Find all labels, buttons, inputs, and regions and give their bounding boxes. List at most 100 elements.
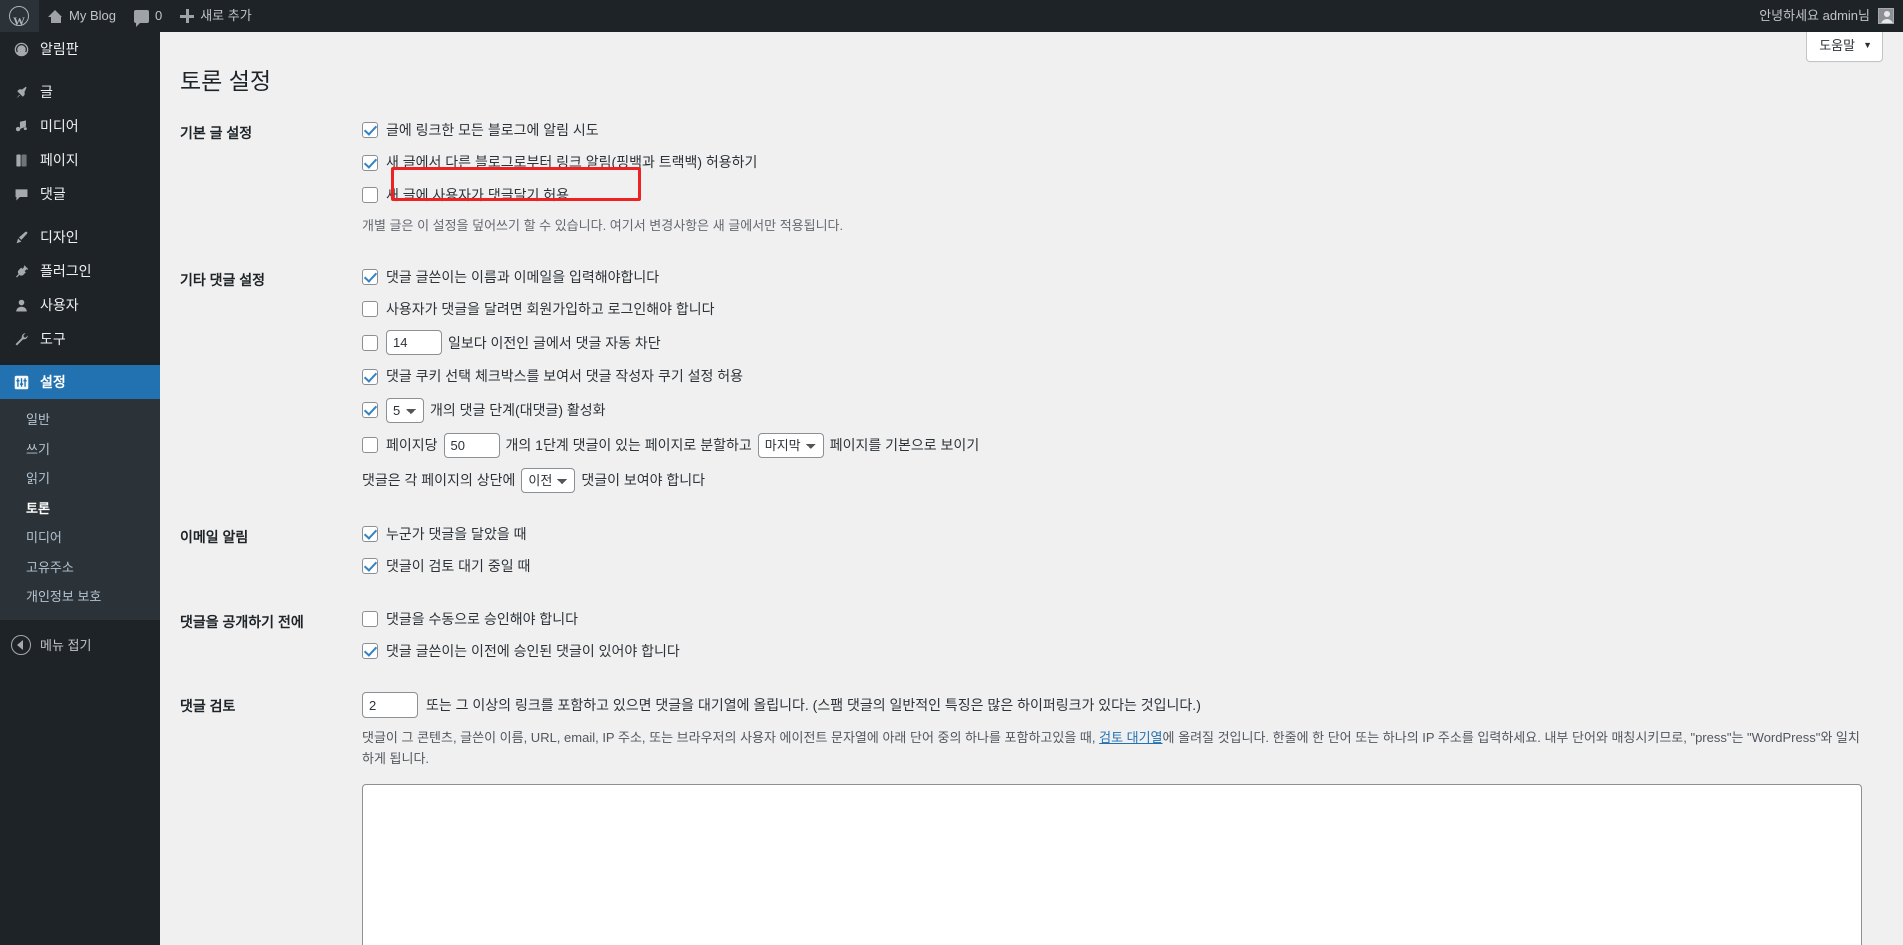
sidebar-item-pages[interactable]: 페이지 xyxy=(0,143,160,177)
site-name-menu[interactable]: My Blog xyxy=(39,0,125,32)
option-comment-registration[interactable]: 사용자가 댓글을 달려면 회원가입하고 로그인해야 합니다 xyxy=(362,298,1893,320)
moderation-keys-row xyxy=(362,784,1893,945)
main-content: 도움말 ▼ 토론 설정 기본 글 설정 글에 링크한 모든 블로그에 알림 시도 xyxy=(160,32,1903,945)
sidebar-item-plugins[interactable]: 플러그인 xyxy=(0,254,160,288)
settings-submenu: 일반 쓰기 읽기 토론 미디어 고유주소 개인정보 보호 xyxy=(0,399,160,620)
sidebar-item-label: 사용자 xyxy=(40,296,79,313)
submenu-item-privacy[interactable]: 개인정보 보호 xyxy=(0,582,160,612)
option-default-comment-status[interactable]: 새 글에 사용자가 댓글달기 허용 xyxy=(362,184,1893,206)
moderation-keys-textarea[interactable] xyxy=(362,784,1862,945)
settings-table: 기본 글 설정 글에 링크한 모든 블로그에 알림 시도 새 글에서 다른 블로… xyxy=(180,104,1903,945)
option-paged-comments-row: 페이지당 개의 1단계 댓글이 있는 페이지로 분할하고 마지막 페이지를 기본… xyxy=(362,432,1893,458)
collapse-arrow-icon xyxy=(11,634,31,655)
checkbox-comments-notify[interactable] xyxy=(362,526,378,543)
checkbox-page-comments[interactable] xyxy=(362,437,378,454)
settings-sliders-icon xyxy=(11,372,31,392)
section-heading-before-appears: 댓글을 공개하기 전에 xyxy=(180,613,304,630)
checkbox-comment-registration[interactable] xyxy=(362,301,378,318)
option-label: 누군가 댓글을 달았을 때 xyxy=(386,525,527,542)
email-me-fieldset: 누군가 댓글을 달았을 때 댓글이 검토 대기 중일 때 xyxy=(362,523,1893,578)
sidebar-item-label: 댓글 xyxy=(40,185,66,202)
comment-max-links-input[interactable] xyxy=(362,692,418,719)
checkbox-close-comments[interactable] xyxy=(362,334,378,351)
sidebar-item-label: 도구 xyxy=(40,330,66,347)
section-heading-other-comment: 기타 댓글 설정 xyxy=(180,271,266,288)
default-comments-page-select[interactable]: 마지막 xyxy=(757,432,824,458)
row-before-comment-appears: 댓글을 공개하기 전에 댓글을 수동으로 승인해야 합니다 댓글 글쓴이는 이전… xyxy=(180,593,1903,678)
appearance-brush-icon xyxy=(11,227,31,247)
option-close-comments-row: 일보다 이전인 글에서 댓글 자동 차단 xyxy=(362,330,1893,356)
moderation-queue-link[interactable]: 검토 대기열 xyxy=(1099,730,1162,745)
close-comments-text: 일보다 이전인 글에서 댓글 자동 차단 xyxy=(448,334,661,351)
sidebar-item-media[interactable]: 미디어 xyxy=(0,109,160,143)
close-comments-days-input[interactable] xyxy=(386,330,442,356)
row-email-me-settings: 이메일 알림 누군가 댓글을 달았을 때 댓글이 검토 대기 중일 때 xyxy=(180,508,1903,593)
paging-text-before: 페이지당 xyxy=(386,437,438,454)
checkbox-thread-comments[interactable] xyxy=(362,402,378,419)
help-tab-button[interactable]: 도움말 ▼ xyxy=(1806,32,1883,63)
avatar xyxy=(1878,8,1894,24)
submenu-item-reading[interactable]: 읽기 xyxy=(0,464,160,494)
sidebar-item-appearance[interactable]: 디자인 xyxy=(0,220,160,254)
collapse-menu-button[interactable]: 메뉴 접기 xyxy=(0,628,160,662)
help-tab-label: 도움말 xyxy=(1819,38,1856,53)
option-threaded-comments-row: 5 개의 댓글 단계(대댓글) 활성화 xyxy=(362,397,1893,423)
comments-per-page-input[interactable] xyxy=(443,432,500,458)
threaded-comments-text: 개의 댓글 단계(대댓글) 활성화 xyxy=(430,402,606,419)
checkbox-comment-moderation[interactable] xyxy=(362,610,378,627)
option-label: 댓글을 수동으로 승인해야 합니다 xyxy=(386,610,578,627)
comment-order-select[interactable]: 이전 xyxy=(521,467,576,493)
sidebar-separator xyxy=(0,66,160,75)
comments-bubble-menu[interactable]: 0 xyxy=(125,0,171,32)
checkbox-default-pingback-flag[interactable] xyxy=(362,122,378,139)
sidebar-item-tools[interactable]: 도구 xyxy=(0,322,160,356)
order-text-after: 댓글이 보여야 합니다 xyxy=(581,472,706,489)
sidebar-item-dashboard[interactable]: 알림판 xyxy=(0,32,160,66)
option-moderation-notify[interactable]: 댓글이 검토 대기 중일 때 xyxy=(362,555,1893,577)
default-post-description: 개별 글은 이 설정을 덮어쓰기 할 수 있습니다. 여기서 변경사항은 새 글… xyxy=(362,218,844,234)
row-comment-moderation: 댓글 검토 또는 그 이상의 링크를 포함하고 있으면 댓글을 대기열에 올립니… xyxy=(180,677,1903,945)
submenu-item-permalinks[interactable]: 고유주소 xyxy=(0,553,160,583)
option-label: 새 글에서 다른 블로그로부터 링크 알림(핑백과 트랙백) 허용하기 xyxy=(386,154,758,171)
moderation-links-row: 또는 그 이상의 링크를 포함하고 있으면 댓글을 대기열에 올립니다. (스팸… xyxy=(362,692,1893,719)
option-require-name-email[interactable]: 댓글 글쓴이는 이름과 이메일을 입력해야합니다 xyxy=(362,266,1893,288)
user-icon xyxy=(11,295,31,315)
pin-icon xyxy=(11,82,31,102)
checkbox-default-ping-status[interactable] xyxy=(362,154,378,171)
other-comment-fieldset: 댓글 글쓴이는 이름과 이메일을 입력해야합니다 사용자가 댓글을 달려면 회원… xyxy=(362,266,1893,493)
sidebar-item-settings[interactable]: 설정 xyxy=(0,365,168,399)
new-content-menu[interactable]: 새로 추가 xyxy=(171,0,260,32)
option-comments-notify[interactable]: 누군가 댓글을 달았을 때 xyxy=(362,523,1893,545)
sidebar-item-users[interactable]: 사용자 xyxy=(0,288,160,322)
section-heading-default-post: 기본 글 설정 xyxy=(180,125,253,141)
wordpress-logo-menu[interactable] xyxy=(0,0,39,37)
checkbox-default-comment-status[interactable] xyxy=(362,186,378,203)
option-default-ping-status[interactable]: 새 글에서 다른 블로그로부터 링크 알림(핑백과 트랙백) 허용하기 xyxy=(362,151,1893,173)
option-comment-order-row: 댓글은 각 페이지의 상단에 이전 댓글이 보여야 합니다 xyxy=(362,467,1893,493)
comment-count: 0 xyxy=(154,8,163,23)
submenu-item-discussion[interactable]: 토론 xyxy=(0,494,160,524)
default-post-fieldset: 글에 링크한 모든 블로그에 알림 시도 새 글에서 다른 블로그로부터 링크 … xyxy=(362,119,1893,236)
keys-text-before: 댓글이 그 콘텐츠, 글쓴이 이름, URL, email, IP 주소, 또는… xyxy=(362,730,1100,746)
checkbox-moderation-notify[interactable] xyxy=(362,558,378,575)
my-account-menu[interactable]: 안녕하세요 admin님 xyxy=(1750,0,1903,32)
checkbox-require-name-email[interactable] xyxy=(362,268,378,285)
option-comment-previously-approved[interactable]: 댓글 글쓴이는 이전에 승인된 댓글이 있어야 합니다 xyxy=(362,640,1893,662)
option-comment-moderation[interactable]: 댓글을 수동으로 승인해야 합니다 xyxy=(362,608,1893,630)
moderation-keys-description: 댓글이 그 콘텐츠, 글쓴이 이름, URL, email, IP 주소, 또는… xyxy=(362,728,1862,770)
checkbox-comment-cookies[interactable] xyxy=(362,368,378,385)
new-content-label: 새로 추가 xyxy=(200,8,252,23)
thread-comments-depth-select[interactable]: 5 xyxy=(386,397,424,423)
option-default-pingback-flag[interactable]: 글에 링크한 모든 블로그에 알림 시도 xyxy=(362,119,1893,141)
sidebar-item-comments[interactable]: 댓글 xyxy=(0,177,160,211)
discussion-settings-form: 기본 글 설정 글에 링크한 모든 블로그에 알림 시도 새 글에서 다른 블로… xyxy=(160,104,1903,945)
submenu-item-general[interactable]: 일반 xyxy=(0,405,160,435)
option-show-comments-cookies-opt-in[interactable]: 댓글 쿠키 선택 체크박스를 보여서 댓글 작성자 쿠기 설정 허용 xyxy=(362,365,1893,387)
submenu-item-writing[interactable]: 쓰기 xyxy=(0,435,160,465)
sidebar-item-posts[interactable]: 글 xyxy=(0,75,160,109)
submenu-item-media[interactable]: 미디어 xyxy=(0,523,160,553)
collapse-menu-label: 메뉴 접기 xyxy=(40,638,92,654)
comment-bubble-icon xyxy=(11,184,31,204)
checkbox-comment-previously-approved[interactable] xyxy=(362,643,378,660)
help-tab-container: 도움말 ▼ xyxy=(1806,32,1883,63)
